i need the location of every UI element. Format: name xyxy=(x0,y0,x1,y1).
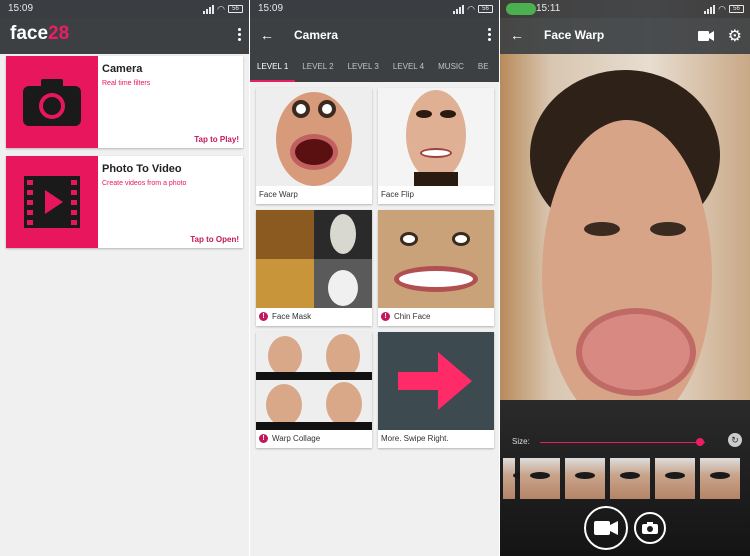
tile-caption: Face Warp xyxy=(259,190,298,199)
face-flip-thumbnail xyxy=(378,88,494,186)
level-tabs: LEVEL 1 LEVEL 2 LEVEL 3 LEVEL 4 MUSIC BE xyxy=(250,54,499,82)
filter-thumbnail[interactable] xyxy=(700,458,740,499)
face-warp-thumbnail xyxy=(256,88,372,186)
video-camera-icon xyxy=(594,521,618,535)
signal-icon xyxy=(453,4,465,14)
signal-icon xyxy=(704,4,716,14)
filter-tile-chin-face[interactable]: ! Chin Face xyxy=(378,210,494,326)
camera-card[interactable]: Camera Real time filters Tap to Play! xyxy=(6,56,243,148)
status-time: 15:11 xyxy=(536,3,561,14)
status-time: 15:09 xyxy=(8,3,34,14)
lock-icon: ! xyxy=(381,312,390,321)
photo-to-video-card[interactable]: Photo To Video Create videos from a phot… xyxy=(6,156,243,248)
filter-thumbnail[interactable] xyxy=(520,458,560,499)
tab-more[interactable]: BE xyxy=(471,54,496,80)
record-video-button[interactable] xyxy=(584,506,628,550)
screen-record-indicator xyxy=(506,3,536,15)
film-play-icon xyxy=(6,156,98,248)
card-title: Photo To Video xyxy=(102,163,182,175)
card-subtitle: Real time filters xyxy=(102,80,151,87)
lock-icon: ! xyxy=(259,312,268,321)
tab-level-4[interactable]: LEVEL 4 xyxy=(386,54,431,80)
lock-icon: ! xyxy=(259,434,268,443)
camera-preview-panel: 15:11 ◠ 56 ← Face Warp ⚙ Size: ↻ xyxy=(500,0,750,556)
app-logo: face28 xyxy=(10,23,70,44)
battery-icon: 56 xyxy=(228,5,243,13)
filter-picker-panel: 15:09 ◠ 56 ← Camera LEVEL 1 LEVEL 2 LEVEL … xyxy=(250,0,499,556)
signal-icon xyxy=(203,4,215,14)
tab-level-3[interactable]: LEVEL 3 xyxy=(341,54,386,80)
status-bar: 15:09 ◠ 56 xyxy=(250,0,499,18)
take-photo-button[interactable] xyxy=(634,512,666,544)
tile-caption: ! Chin Face xyxy=(381,312,430,321)
filter-thumbnail[interactable] xyxy=(610,458,650,499)
wifi-icon: ◠ xyxy=(718,4,726,14)
size-slider-track[interactable] xyxy=(540,442,705,443)
tile-caption: ! Face Mask xyxy=(259,312,311,321)
tab-level-2[interactable]: LEVEL 2 xyxy=(295,54,340,80)
camera-app-bar: ← Face Warp ⚙ xyxy=(500,18,750,54)
battery-icon: 56 xyxy=(478,5,493,13)
status-time: 15:09 xyxy=(258,3,284,14)
app-bar: face28 xyxy=(0,18,249,54)
chin-face-thumbnail xyxy=(378,210,494,308)
back-arrow-icon[interactable]: ← xyxy=(510,27,524,43)
filter-thumbnail[interactable] xyxy=(565,458,605,499)
wifi-icon: ◠ xyxy=(217,4,225,14)
overflow-menu-icon[interactable] xyxy=(488,28,491,41)
tap-to-open-link[interactable]: Tap to Open! xyxy=(190,235,239,244)
reset-icon[interactable]: ↻ xyxy=(728,433,742,447)
filter-tile-more[interactable]: More. Swipe Right. xyxy=(378,332,494,448)
camera-icon xyxy=(642,522,658,534)
settings-gear-icon[interactable]: ⚙ xyxy=(728,26,742,46)
warp-collage-thumbnail xyxy=(256,332,372,430)
app-bar: ← Camera xyxy=(250,18,499,54)
tap-to-play-link[interactable]: Tap to Play! xyxy=(194,135,239,144)
filter-thumbnail[interactable] xyxy=(503,458,533,499)
tile-caption: Face Flip xyxy=(381,190,414,199)
tile-caption: More. Swipe Right. xyxy=(381,434,449,443)
filter-thumbnail-strip xyxy=(500,458,750,499)
card-subtitle: Create videos from a photo xyxy=(102,180,187,187)
overflow-menu-icon[interactable] xyxy=(238,28,241,41)
home-panel: 15:09 ◠ 56 face28 Camera Real time filte… xyxy=(0,0,249,556)
filter-tile-face-mask[interactable]: ! Face Mask xyxy=(256,210,372,326)
video-camera-icon[interactable] xyxy=(698,29,714,47)
page-title: Camera xyxy=(294,28,339,42)
filter-tile-face-flip[interactable]: Face Flip xyxy=(378,88,494,204)
page-title: Face Warp xyxy=(544,28,605,42)
status-bar: 15:09 ◠ 56 xyxy=(0,0,249,18)
size-label: Size: xyxy=(512,437,530,446)
filter-tile-warp-collage[interactable]: ! Warp Collage xyxy=(256,332,372,448)
battery-icon: 56 xyxy=(729,5,744,13)
card-title: Camera xyxy=(102,63,143,75)
size-slider-thumb[interactable] xyxy=(696,438,705,446)
arrow-right-icon xyxy=(378,332,494,430)
status-bar: 15:11 ◠ 56 xyxy=(500,0,750,18)
filter-thumbnail[interactable] xyxy=(655,458,695,499)
tab-level-1[interactable]: LEVEL 1 xyxy=(250,54,296,82)
camera-icon xyxy=(6,56,98,148)
tile-caption: ! Warp Collage xyxy=(259,434,320,443)
face-mask-thumbnail xyxy=(256,210,372,308)
tab-music[interactable]: MUSIC xyxy=(431,54,471,80)
wifi-icon: ◠ xyxy=(467,4,475,14)
filter-tile-face-warp[interactable]: Face Warp xyxy=(256,88,372,204)
back-arrow-icon[interactable]: ← xyxy=(260,27,274,43)
